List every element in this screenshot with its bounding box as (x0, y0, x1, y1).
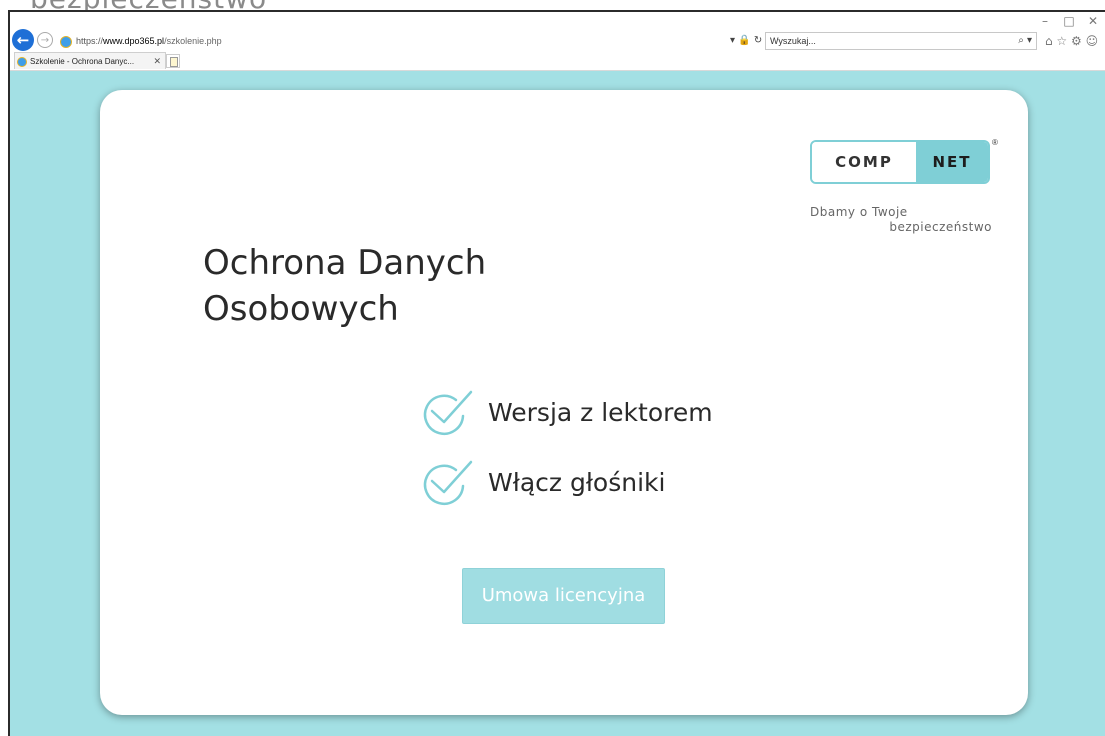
search-icon[interactable]: ⌕ ▾ (1018, 33, 1032, 49)
feature-text: Włącz głośniki (488, 467, 666, 497)
page-title: Ochrona Danych Osobowych (203, 240, 603, 332)
tab-label: Szkolenie - Ochrona Danyc... (30, 57, 135, 66)
window-controls: – □ ✕ (1033, 12, 1105, 30)
navigation-bar: ← → https://www.dpo365.pl/szkolenie.php … (10, 29, 1105, 53)
arrow-right-icon: → (40, 35, 50, 46)
url-host: www.dpo365.pl (103, 36, 165, 46)
search-placeholder: Wyszukaj... (770, 36, 816, 46)
back-button[interactable]: ← (12, 29, 34, 51)
browser-chrome: – □ ✕ ← → https://www.dpo365.pl/szkoleni… (10, 12, 1105, 71)
feature-item: Włącz głośniki (418, 456, 665, 508)
ie-tab-icon (17, 56, 27, 67)
page-title-line-1: Ochrona Danych (203, 243, 487, 283)
browser-window: – □ ✕ ← → https://www.dpo365.pl/szkoleni… (8, 10, 1105, 736)
logo-left-text: COMP (812, 142, 916, 182)
forward-button[interactable]: → (37, 32, 53, 48)
license-agreement-button[interactable]: Umowa licencyjna (462, 568, 665, 624)
ie-favicon-icon (60, 35, 72, 48)
logo-right-text: NET (916, 142, 988, 182)
slogan-line-1: Dbamy o Twoje (810, 205, 908, 219)
compnet-logo: COMP NET (810, 140, 990, 184)
toolbar-icons[interactable]: ⌂ ☆ ⚙ ☺ (1045, 32, 1098, 50)
tab-close-icon[interactable]: ✕ (153, 53, 161, 70)
maximize-button[interactable]: □ (1057, 12, 1081, 30)
slogan-line-2: bezpieczeństwo (889, 220, 992, 234)
check-circle-icon (423, 460, 473, 506)
address-tools[interactable]: ▾ 🔒 ↻ (730, 32, 762, 50)
new-tab-button[interactable] (166, 54, 180, 68)
registered-mark: ® (992, 138, 998, 147)
feature-text: Wersja z lektorem (488, 397, 713, 427)
check-circle-icon (423, 390, 473, 436)
page-title-line-2: Osobowych (203, 289, 399, 329)
url-path: /szkolenie.php (164, 36, 222, 46)
minimize-button[interactable]: – (1033, 12, 1057, 30)
tab-bar: Szkolenie - Ochrona Danyc... ✕ (10, 52, 1105, 70)
close-window-button[interactable]: ✕ (1081, 12, 1105, 30)
tab-szkolenie[interactable]: Szkolenie - Ochrona Danyc... ✕ (14, 52, 166, 69)
search-input[interactable]: Wyszukaj... ⌕ ▾ (765, 32, 1037, 50)
url-protocol: https:// (76, 36, 104, 46)
arrow-left-icon: ← (16, 31, 30, 49)
feature-item: Wersja z lektorem (418, 386, 713, 438)
content-card: COMP NET ® Dbamy o Twoje bezpieczeństwo … (100, 90, 1028, 715)
address-bar[interactable]: https://www.dpo365.pl/szkolenie.php (60, 32, 760, 50)
